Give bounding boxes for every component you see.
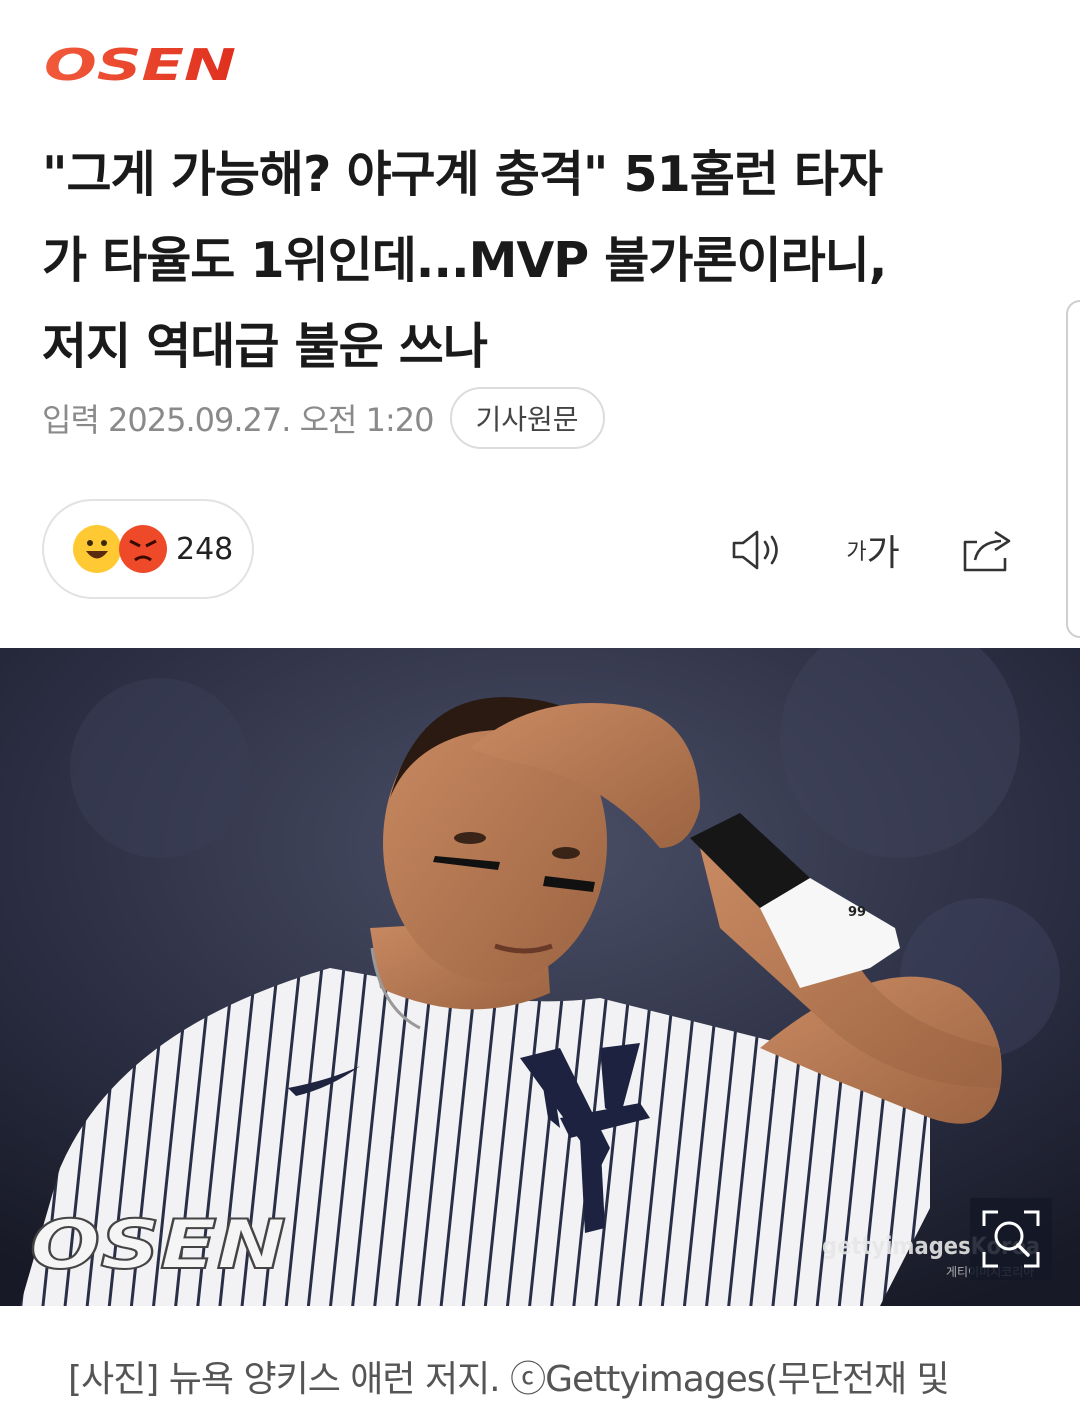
- font-size-icon[interactable]: 가 가: [838, 520, 908, 580]
- osen-watermark: OSEN: [30, 1206, 286, 1285]
- speaker-icon[interactable]: [726, 520, 786, 580]
- article-headline: "그게 가능해? 야구계 충격" 51홈런 타자 가 타율도 1위인데...MV…: [42, 132, 1032, 390]
- reaction-count: 248: [176, 531, 234, 567]
- photo-caption: [사진] 뉴욕 양키스 애런 저지. ⓒGettyimages(무단전재 및: [68, 1359, 950, 1400]
- font-small-label: 가: [846, 540, 867, 565]
- article-photo[interactable]: 99 OSEN gettyimagesKorea 게티이미지코리아: [0, 648, 1080, 1306]
- reaction-button[interactable]: 248: [42, 499, 254, 599]
- jersey-number: 99: [848, 905, 866, 920]
- laughing-emoji-icon: [73, 525, 121, 573]
- publish-date: 입력 2025.09.27. 오전 1:20: [42, 401, 435, 439]
- osen-logo[interactable]: OSEN: [40, 42, 240, 86]
- share-icon[interactable]: [956, 520, 1018, 580]
- headline-line: 가 타율도 1위인데...MVP 불가론이라니,: [42, 232, 887, 289]
- angry-emoji-icon: [119, 525, 167, 573]
- font-big-label: 가: [866, 533, 900, 574]
- player-photo: 99 OSEN gettyimagesKorea 게티이미지코리아: [0, 648, 1080, 1306]
- headline-line: "그게 가능해? 야구계 충격" 51홈런 타자: [42, 146, 883, 203]
- original-article-button[interactable]: 기사원문: [449, 387, 605, 449]
- side-panel-edge[interactable]: [1066, 300, 1080, 638]
- logo-text: OSEN: [44, 42, 236, 86]
- article-meta: 입력 2025.09.27. 오전 1:20 기사원문: [42, 386, 605, 450]
- headline-line: 저지 역대급 불운 쓰나: [42, 318, 488, 375]
- zoom-button[interactable]: [970, 1198, 1052, 1280]
- zoom-icon: [982, 1210, 1040, 1268]
